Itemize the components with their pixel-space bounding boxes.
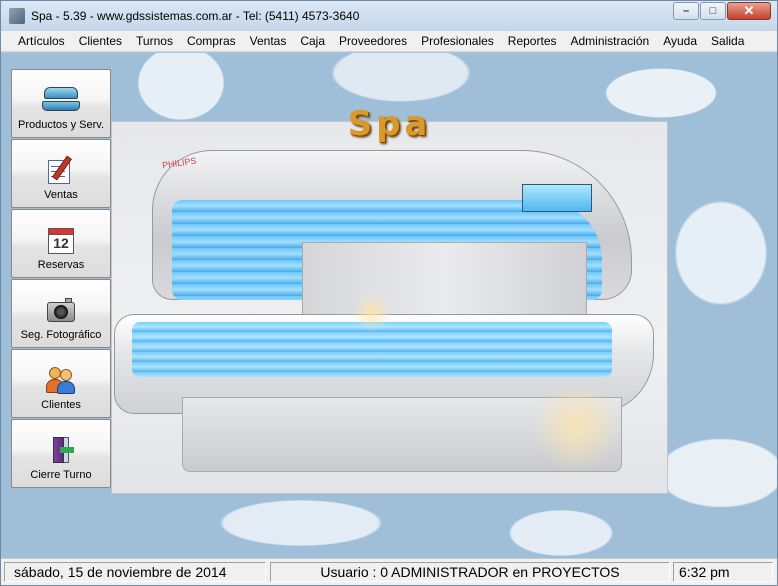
title-bar[interactable]: Spa - 5.39 - www.gdssistemas.com.ar - Te… bbox=[1, 1, 777, 31]
status-user: Usuario : 0 ADMINISTRADOR en PROYECTOS bbox=[270, 562, 670, 582]
pen-notepad-icon bbox=[45, 155, 77, 185]
menu-salida[interactable]: Salida bbox=[704, 32, 751, 51]
menu-bar: Artículos Clientes Turnos Compras Ventas… bbox=[1, 31, 777, 52]
menu-clientes[interactable]: Clientes bbox=[72, 32, 129, 51]
calendar-icon: 12 bbox=[45, 225, 77, 255]
camera-icon bbox=[45, 295, 77, 325]
lens-flare bbox=[532, 382, 622, 472]
menu-administracion[interactable]: Administración bbox=[564, 32, 657, 51]
control-panel bbox=[522, 184, 592, 212]
maximize-button[interactable]: □ bbox=[700, 2, 726, 20]
clientes-label: Clientes bbox=[41, 399, 81, 411]
lens-flare bbox=[352, 292, 392, 332]
close-icon: ✕ bbox=[743, 3, 755, 18]
menu-reportes[interactable]: Reportes bbox=[501, 32, 564, 51]
menu-ventas[interactable]: Ventas bbox=[243, 32, 294, 51]
seg-fotografico-label: Seg. Fotográfico bbox=[20, 329, 102, 341]
cierre-turno-button[interactable]: Cierre Turno bbox=[11, 419, 111, 488]
spa-banner-image: PHILIPS Spa bbox=[111, 104, 668, 494]
status-bar: sábado, 15 de noviembre de 2014 Usuario … bbox=[1, 558, 777, 585]
menu-proveedores[interactable]: Proveedores bbox=[332, 32, 414, 51]
status-time: 6:32 pm bbox=[673, 562, 773, 582]
menu-articulos[interactable]: Artículos bbox=[11, 32, 72, 51]
productos-servicios-label: Productos y Serv. bbox=[18, 119, 104, 131]
reservas-label: Reservas bbox=[37, 259, 85, 271]
menu-compras[interactable]: Compras bbox=[180, 32, 243, 51]
desktop-area: Productos y Serv. Ventas 12 Reservas Seg… bbox=[1, 53, 777, 558]
app-icon[interactable] bbox=[9, 8, 25, 24]
maximize-icon: □ bbox=[709, 5, 717, 17]
status-date: sábado, 15 de noviembre de 2014 bbox=[4, 562, 266, 582]
minimize-button[interactable]: – bbox=[673, 2, 699, 20]
page-title: Spa bbox=[347, 104, 432, 144]
clientes-button[interactable]: Clientes bbox=[11, 349, 111, 418]
app-window: Spa - 5.39 - www.gdssistemas.com.ar - Te… bbox=[0, 0, 778, 586]
ventas-label: Ventas bbox=[44, 189, 78, 201]
exit-door-icon bbox=[45, 435, 77, 465]
close-button[interactable]: ✕ bbox=[727, 2, 771, 20]
calendar-day: 12 bbox=[53, 235, 69, 251]
window-controls: – □ ✕ bbox=[672, 2, 771, 20]
menu-caja[interactable]: Caja bbox=[293, 32, 332, 51]
tanning-bed-icon bbox=[42, 85, 80, 115]
menu-turnos[interactable]: Turnos bbox=[129, 32, 180, 51]
menu-profesionales[interactable]: Profesionales bbox=[414, 32, 501, 51]
seg-fotografico-button[interactable]: Seg. Fotográfico bbox=[11, 279, 111, 348]
cierre-turno-label: Cierre Turno bbox=[30, 469, 92, 481]
reservas-button[interactable]: 12 Reservas bbox=[11, 209, 111, 278]
users-icon bbox=[45, 365, 77, 395]
productos-servicios-button[interactable]: Productos y Serv. bbox=[11, 69, 111, 138]
window-title: Spa - 5.39 - www.gdssistemas.com.ar - Te… bbox=[31, 9, 360, 23]
menu-ayuda[interactable]: Ayuda bbox=[656, 32, 704, 51]
ventas-button[interactable]: Ventas bbox=[11, 139, 111, 208]
minimize-icon: – bbox=[682, 5, 690, 17]
